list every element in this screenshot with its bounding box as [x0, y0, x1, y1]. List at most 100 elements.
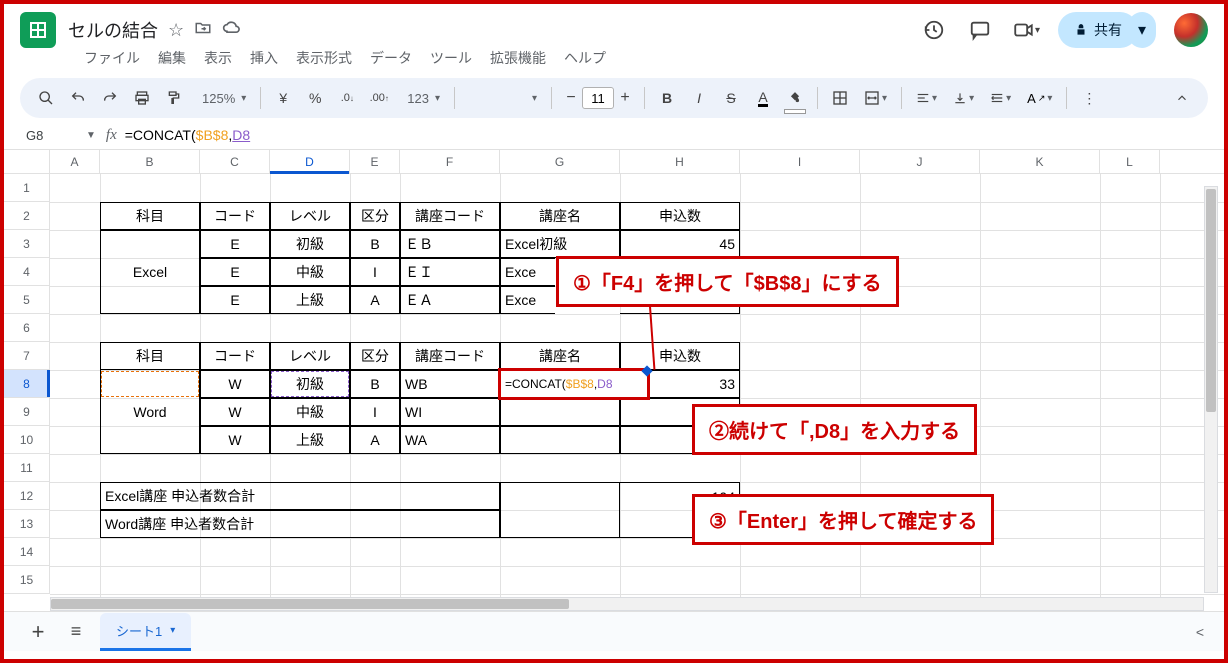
add-sheet-icon[interactable]: + — [24, 619, 52, 645]
cell-F10[interactable]: WA — [400, 426, 500, 454]
name-box-caret-icon[interactable]: ▼ — [86, 130, 96, 141]
row-header-15[interactable]: 15 — [4, 566, 50, 594]
undo-icon[interactable] — [64, 84, 92, 112]
cell-D4[interactable]: 中級 — [270, 258, 350, 286]
horizontal-scrollbar[interactable] — [50, 597, 1204, 611]
col-header-I[interactable]: I — [740, 150, 860, 173]
explore-icon[interactable]: < — [1196, 624, 1204, 640]
print-icon[interactable] — [128, 84, 156, 112]
row-header-9[interactable]: 9 — [4, 398, 50, 426]
cell-F5[interactable]: ＥＡ — [400, 286, 500, 314]
cell-E8[interactable]: B — [350, 370, 400, 398]
cell-D10[interactable]: 上級 — [270, 426, 350, 454]
star-icon[interactable]: ☆ — [168, 20, 184, 41]
italic-icon[interactable]: I — [685, 84, 713, 112]
cell-E2[interactable]: 区分 — [350, 202, 400, 230]
cell-G4[interactable]: Exce — [500, 258, 555, 286]
menu-format[interactable]: 表示形式 — [288, 46, 360, 70]
font-dropdown[interactable]: ▾ — [463, 93, 543, 104]
borders-icon[interactable] — [826, 84, 854, 112]
wrap-dropdown[interactable]: ▾ — [984, 91, 1017, 105]
cell-B12-merged[interactable]: Excel講座 申込者数合計 — [100, 482, 500, 510]
history-icon[interactable] — [920, 16, 948, 44]
col-header-A[interactable]: A — [50, 150, 100, 173]
row-header-4[interactable]: 4 — [4, 258, 50, 286]
percent-icon[interactable]: % — [301, 84, 329, 112]
bold-icon[interactable]: B — [653, 84, 681, 112]
cell-D3[interactable]: 初級 — [270, 230, 350, 258]
cell-G3[interactable]: Excel初級 — [500, 230, 620, 258]
cell-E9[interactable]: I — [350, 398, 400, 426]
v-align-dropdown[interactable]: ▾ — [947, 91, 980, 105]
cloud-status-icon[interactable] — [222, 18, 242, 43]
menu-file[interactable]: ファイル — [76, 46, 148, 70]
col-header-B[interactable]: B — [100, 150, 200, 173]
menu-tools[interactable]: ツール — [422, 46, 480, 70]
cells-canvas[interactable]: 科目 コード レベル 区分 講座コード 講座名 申込数 Excel E 初級 B… — [50, 174, 1224, 630]
cell-F8[interactable]: WB — [400, 370, 500, 398]
zoom-dropdown[interactable]: 125%▾ — [192, 91, 252, 106]
cell-B7[interactable]: 科目 — [100, 342, 200, 370]
cell-D2[interactable]: レベル — [270, 202, 350, 230]
all-sheets-icon[interactable]: ≡ — [62, 621, 90, 642]
menu-help[interactable]: ヘルプ — [556, 46, 614, 70]
col-header-E[interactable]: E — [350, 150, 400, 173]
cell-C8[interactable]: W — [200, 370, 270, 398]
merge-cells-dropdown[interactable]: ▾ — [858, 90, 893, 106]
cell-D7[interactable]: レベル — [270, 342, 350, 370]
row-header-10[interactable]: 10 — [4, 426, 50, 454]
cell-D9[interactable]: 中級 — [270, 398, 350, 426]
col-header-D[interactable]: D — [270, 150, 350, 173]
cell-C2[interactable]: コード — [200, 202, 270, 230]
vertical-scrollbar[interactable] — [1204, 186, 1218, 593]
cell-E3[interactable]: B — [350, 230, 400, 258]
cell-B13-merged[interactable]: Word講座 申込者数合計 — [100, 510, 500, 538]
select-all-corner[interactable] — [4, 150, 50, 173]
user-avatar[interactable] — [1174, 13, 1208, 47]
cell-E7[interactable]: 区分 — [350, 342, 400, 370]
h-align-dropdown[interactable]: ▾ — [910, 91, 943, 105]
cell-G8-editing[interactable]: =CONCAT($B$8,D8 — [498, 368, 650, 400]
cell-F2[interactable]: 講座コード — [400, 202, 500, 230]
row-header-6[interactable]: 6 — [4, 314, 50, 342]
currency-icon[interactable]: ¥ — [269, 84, 297, 112]
decrease-decimal-icon[interactable]: .0↓ — [333, 84, 361, 112]
move-folder-icon[interactable] — [194, 19, 212, 42]
cell-C7[interactable]: コード — [200, 342, 270, 370]
cell-G13[interactable] — [500, 510, 620, 538]
cell-F4[interactable]: ＥＩ — [400, 258, 500, 286]
cell-C10[interactable]: W — [200, 426, 270, 454]
spreadsheet-grid[interactable]: ABCDEFGHIJKL 123456789101112131415 科目 コー… — [4, 150, 1224, 630]
cell-H2[interactable]: 申込数 — [620, 202, 740, 230]
cell-C4[interactable]: E — [200, 258, 270, 286]
document-title[interactable]: セルの結合 — [68, 17, 158, 43]
cell-F7[interactable]: 講座コード — [400, 342, 500, 370]
cell-B2[interactable]: 科目 — [100, 202, 200, 230]
col-header-F[interactable]: F — [400, 150, 500, 173]
fill-color-icon[interactable] — [781, 84, 809, 112]
cell-G7[interactable]: 講座名 — [500, 342, 620, 370]
more-icon[interactable]: ⋮ — [1075, 84, 1103, 112]
cell-E4[interactable]: I — [350, 258, 400, 286]
row-header-3[interactable]: 3 — [4, 230, 50, 258]
sheet-tab-caret-icon[interactable]: ▾ — [170, 625, 175, 636]
col-header-K[interactable]: K — [980, 150, 1100, 173]
cell-G10[interactable] — [500, 426, 620, 454]
strikethrough-icon[interactable]: S — [717, 84, 745, 112]
redo-icon[interactable] — [96, 84, 124, 112]
cell-G5[interactable]: Exce — [500, 286, 555, 314]
menu-extensions[interactable]: 拡張機能 — [482, 46, 554, 70]
meet-icon[interactable]: ▾ — [1012, 16, 1040, 44]
cell-E10[interactable]: A — [350, 426, 400, 454]
paint-format-icon[interactable] — [160, 84, 188, 112]
row-header-5[interactable]: 5 — [4, 286, 50, 314]
row-header-8[interactable]: 8 — [4, 370, 50, 398]
col-header-C[interactable]: C — [200, 150, 270, 173]
row-header-13[interactable]: 13 — [4, 510, 50, 538]
share-dropdown-caret[interactable]: ▾ — [1128, 12, 1156, 48]
search-icon[interactable] — [32, 84, 60, 112]
text-color-icon[interactable]: A — [749, 84, 777, 112]
cell-F3[interactable]: ＥＢ — [400, 230, 500, 258]
font-size-decrease[interactable]: − — [560, 86, 582, 110]
font-size-increase[interactable]: + — [614, 86, 636, 110]
